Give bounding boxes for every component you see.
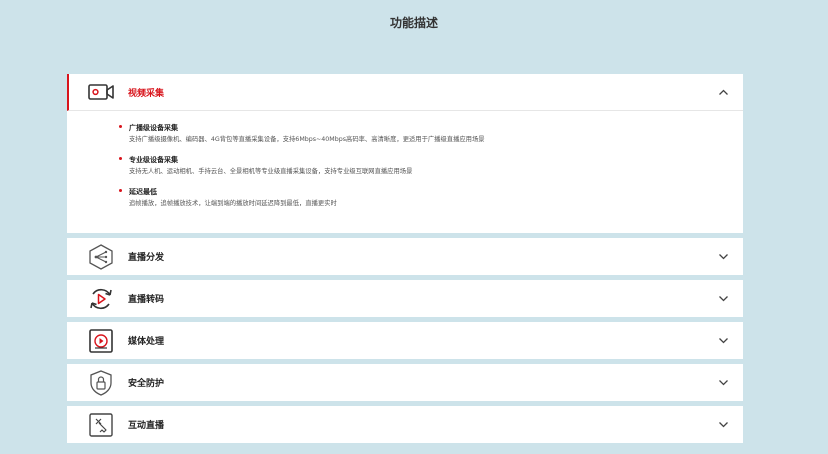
panel-label: 安全防护 bbox=[128, 379, 165, 389]
panel-header-interactive-live[interactable]: 互动直播 bbox=[67, 406, 743, 443]
panel-label: 媒体处理 bbox=[128, 337, 165, 347]
video-camera-icon bbox=[86, 77, 116, 107]
feature-item: 专业级设备采集 支持无人机、运动相机、手持云台、全景相机等专业级直播采集设备，支… bbox=[119, 155, 743, 178]
feature-title: 延迟最低 bbox=[129, 188, 157, 196]
feature-item: 广播级设备采集 支持广播级摄像机、编码器、4G背包等直播采集设备，支持6Mbps… bbox=[119, 123, 743, 146]
feature-item: 延迟最低 追帧播放，追帧播放技术，让端到端的播放时间延迟降到最低，直播更实时 bbox=[119, 187, 743, 210]
panel-live-transcode: 直播转码 bbox=[67, 280, 743, 317]
chevron-down-icon[interactable] bbox=[718, 293, 729, 304]
transcode-cycle-icon bbox=[86, 284, 116, 314]
security-shield-icon bbox=[86, 368, 116, 398]
panel-header-live-transcode[interactable]: 直播转码 bbox=[67, 280, 743, 317]
panel-header-live-distribution[interactable]: 直播分发 bbox=[67, 238, 743, 275]
chevron-down-icon[interactable] bbox=[718, 335, 729, 346]
media-processing-icon bbox=[86, 326, 116, 356]
chevron-down-icon[interactable] bbox=[718, 251, 729, 262]
panel-header-video-capture[interactable]: 视频采集 bbox=[67, 74, 743, 111]
panel-label: 视频采集 bbox=[128, 88, 165, 99]
panel-security: 安全防护 bbox=[67, 364, 743, 401]
bullet-dot bbox=[119, 125, 122, 128]
interactive-live-icon bbox=[86, 410, 116, 440]
chevron-up-icon[interactable] bbox=[718, 87, 729, 98]
panel-label: 直播分发 bbox=[128, 253, 165, 263]
panel-label: 直播转码 bbox=[128, 295, 165, 305]
panel-label: 互动直播 bbox=[128, 421, 165, 431]
panel-body-video-capture: 广播级设备采集 支持广播级摄像机、编码器、4G背包等直播采集设备，支持6Mbps… bbox=[67, 111, 743, 233]
feature-accordion: 视频采集 广播级设备采集 支持广播级摄像机、编码器、4G背包等直播采集设备，支持… bbox=[67, 74, 743, 448]
feature-description: 支持广播级摄像机、编码器、4G背包等直播采集设备，支持6Mbps~40Mbps高… bbox=[129, 136, 485, 143]
panel-video-capture: 视频采集 广播级设备采集 支持广播级摄像机、编码器、4G背包等直播采集设备，支持… bbox=[67, 74, 743, 233]
bullet-dot bbox=[119, 157, 122, 160]
feature-title: 广播级设备采集 bbox=[129, 124, 178, 132]
distribution-hexagon-icon bbox=[86, 242, 116, 272]
panel-media-processing: 媒体处理 bbox=[67, 322, 743, 359]
panel-live-distribution: 直播分发 bbox=[67, 238, 743, 275]
feature-description: 追帧播放，追帧播放技术，让端到端的播放时间延迟降到最低，直播更实时 bbox=[129, 200, 337, 207]
chevron-down-icon[interactable] bbox=[718, 377, 729, 388]
feature-description: 支持无人机、运动相机、手持云台、全景相机等专业级直播采集设备，支持专业级互联网直… bbox=[129, 168, 413, 175]
chevron-down-icon[interactable] bbox=[718, 419, 729, 430]
page-title: 功能描述 bbox=[389, 16, 438, 30]
panel-header-media-processing[interactable]: 媒体处理 bbox=[67, 322, 743, 359]
panel-header-security[interactable]: 安全防护 bbox=[67, 364, 743, 401]
panel-interactive-live: 互动直播 bbox=[67, 406, 743, 443]
bullet-dot bbox=[119, 189, 122, 192]
feature-title: 专业级设备采集 bbox=[129, 156, 178, 164]
